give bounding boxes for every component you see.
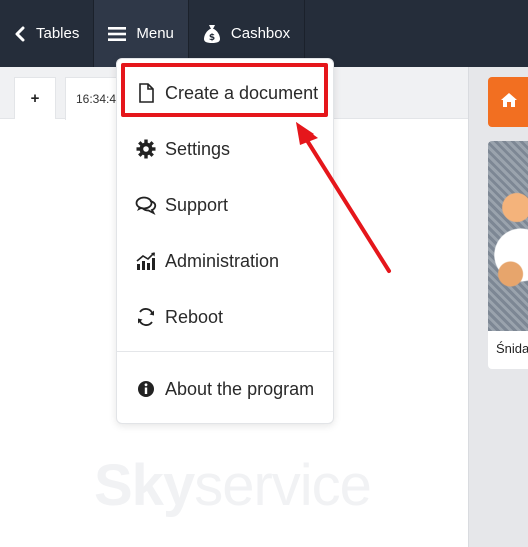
product-image [488,141,528,331]
cashbox-button[interactable]: $ Cashbox [189,0,304,67]
products-pane: Śnida [468,67,528,547]
menu-item-support[interactable]: Support [117,177,333,233]
watermark-light: service [194,453,372,518]
cashbox-label: Cashbox [230,25,291,42]
money-bag-icon: $ [203,24,221,44]
menu-item-label: Support [165,194,229,215]
reboot-icon [135,306,157,328]
menu-button[interactable]: Menu [94,0,188,67]
tables-label: Tables [36,25,80,42]
chart-icon [135,250,157,272]
top-bar: Tables Menu $ Cashbox [0,0,528,67]
product-name: Śnida [496,341,528,356]
menu-item-label: Settings [165,138,231,159]
menu-item-label: Reboot [165,306,224,327]
menu-item-about[interactable]: About the program [117,361,333,417]
menu-item-reboot[interactable]: Reboot [117,289,333,345]
svg-text:$: $ [209,33,215,43]
home-button[interactable] [488,77,528,127]
highlight-box [121,63,328,117]
watermark-bold: Sky [94,453,195,518]
product-card[interactable]: Śnida [488,141,528,369]
chevron-left-icon [14,26,26,42]
skyservice-watermark: Skyservice [94,452,372,519]
info-icon [135,378,157,400]
menu-label: Menu [136,25,174,42]
menu-item-label: About the program [165,378,315,399]
add-tab-button[interactable]: + [14,77,56,119]
menu-divider [117,351,333,352]
home-icon [500,92,518,113]
divider [304,0,306,67]
hamburger-icon [108,26,127,42]
chat-icon [135,194,157,216]
menu-item-administration[interactable]: Administration [117,233,333,289]
menu-item-settings[interactable]: Settings [117,121,333,177]
menu-item-label: Administration [165,250,280,271]
tables-button[interactable]: Tables [0,0,93,67]
gear-icon [135,138,157,160]
